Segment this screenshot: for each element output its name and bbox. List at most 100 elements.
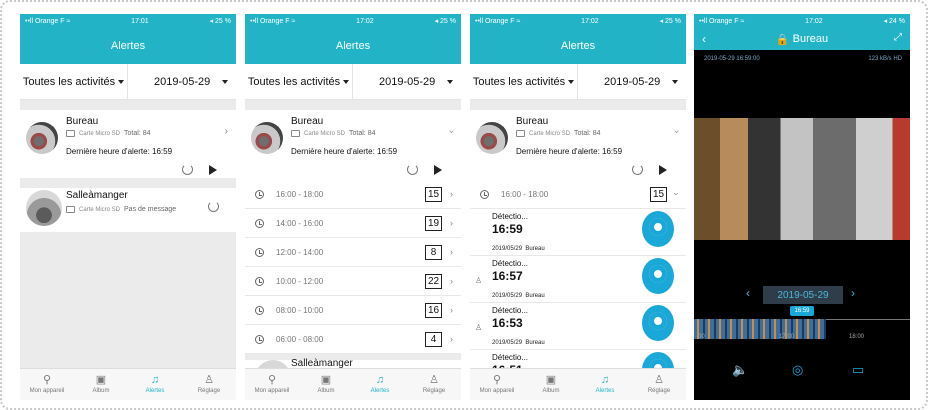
person-icon: ♙ bbox=[654, 374, 664, 386]
video-nav-bar: ‹ 🔒 Bureau ⤢ bbox=[694, 28, 910, 50]
tab-reglage[interactable]: ♙ Réglage bbox=[407, 369, 461, 400]
camera-card-bureau[interactable]: Bureau Carte Micro SD Total: 84 Dernière … bbox=[20, 110, 236, 178]
lock-icon: 🔒 bbox=[775, 33, 790, 46]
tab-album[interactable]: ▣ Album bbox=[299, 369, 353, 400]
storage-label: Carte Micro SD bbox=[304, 130, 346, 137]
pin-icon: ⚲ bbox=[42, 374, 52, 386]
bell-icon: ♫ bbox=[600, 374, 610, 386]
pin-icon: ⚲ bbox=[267, 374, 277, 386]
playback-timeline[interactable] bbox=[694, 319, 910, 339]
camera-snapshot-icon[interactable]: ◎ bbox=[792, 362, 803, 378]
video-title: Bureau bbox=[792, 33, 829, 45]
detection-time: 16:59 bbox=[492, 222, 523, 236]
clock-label: 17:02 bbox=[356, 17, 374, 25]
time-range-row[interactable]: 10:00 - 12:00 22 › bbox=[245, 267, 461, 296]
time-range-label: 14:00 - 16:00 bbox=[276, 218, 324, 228]
refresh-icon[interactable] bbox=[407, 164, 418, 175]
page-title: Alertes bbox=[110, 40, 146, 52]
tab-album[interactable]: ▣ Album bbox=[74, 369, 128, 400]
storage-label: Carte Micro SD bbox=[79, 130, 121, 137]
message-icon bbox=[66, 206, 75, 213]
tab-label: Réglage bbox=[647, 388, 671, 394]
alert-count: 19 bbox=[425, 215, 442, 231]
detection-camera: Bureau bbox=[525, 340, 545, 346]
date-filter[interactable]: 2019-05-29 bbox=[128, 76, 236, 88]
detection-label: Détectio... bbox=[492, 259, 529, 268]
next-day-icon[interactable]: › bbox=[851, 286, 855, 300]
tab-alertes[interactable]: ♫ Alertes bbox=[578, 369, 632, 400]
detection-label: Détectio... bbox=[492, 353, 529, 362]
tab-label: Alertes bbox=[145, 388, 165, 394]
tab-album[interactable]: ▣ Album bbox=[524, 369, 578, 400]
time-range-label: 06:00 - 08:00 bbox=[276, 334, 324, 344]
refresh-icon[interactable] bbox=[182, 164, 193, 175]
refresh-icon[interactable] bbox=[208, 201, 219, 212]
video-frame[interactable] bbox=[694, 118, 910, 240]
camera-meta: Carte Micro SD Total: 84 bbox=[291, 130, 375, 137]
tab-reglage[interactable]: ♙ Réglage bbox=[632, 369, 686, 400]
alert-count: 15 bbox=[650, 186, 667, 202]
status-bar: ••ll Orange F ≈ 17:02 ◂ 25 % bbox=[470, 14, 686, 28]
play-icon[interactable] bbox=[209, 165, 217, 175]
time-range-row[interactable]: 14:00 - 16:00 19 › bbox=[245, 209, 461, 238]
person-icon: ♙ bbox=[475, 276, 483, 285]
filter-bar: Toutes les activités 2019-05-29 bbox=[245, 64, 461, 100]
activity-filter[interactable]: Toutes les activités bbox=[20, 64, 128, 99]
previous-day-icon[interactable]: ‹ bbox=[746, 286, 750, 300]
detection-meta: 2019/05/29 Bureau bbox=[492, 340, 545, 346]
chevron-down-icon[interactable]: › bbox=[446, 130, 457, 133]
chevron-down-icon[interactable]: › bbox=[671, 130, 682, 133]
time-range-row[interactable]: 06:00 - 08:00 4 › bbox=[245, 325, 461, 354]
camera-thumbnail bbox=[251, 122, 283, 154]
camera-card-bureau[interactable]: Bureau Carte Micro SD Total: 84 Dernière … bbox=[245, 110, 461, 180]
chevron-right-icon[interactable]: › bbox=[225, 126, 228, 137]
status-bar: ••ll Orange F ≈ 17:02 ◂ 25 % bbox=[245, 14, 461, 28]
detection-item[interactable]: ♙ Détectio... 16:53 2019/05/29 Bureau bbox=[470, 303, 686, 350]
playback-date[interactable]: 2019-05-29 bbox=[763, 286, 843, 304]
spacer bbox=[20, 100, 236, 110]
time-range-label: 16:00 - 18:00 bbox=[276, 189, 324, 199]
carrier-label: ••ll Orange F ≈ bbox=[25, 17, 71, 25]
refresh-icon[interactable] bbox=[632, 164, 643, 175]
time-range-row[interactable]: 16:00 - 18:00 15 › bbox=[470, 180, 686, 209]
date-filter[interactable]: 2019-05-29 bbox=[578, 76, 686, 88]
detection-date: 2019/05/29 bbox=[492, 246, 523, 252]
last-alert-label: Dernière heure d'alerte: 16:59 bbox=[291, 147, 398, 156]
dropdown-icon bbox=[222, 79, 228, 84]
filter-bar: Toutes les activités 2019-05-29 bbox=[20, 64, 236, 100]
tab-mon-appareil[interactable]: ⚲ Mon appareil bbox=[470, 369, 524, 400]
camera-card-bureau[interactable]: Bureau Carte Micro SD Total: 84 Dernière … bbox=[470, 110, 686, 180]
tab-mon-appareil[interactable]: ⚲ Mon appareil bbox=[245, 369, 299, 400]
timeline-label: 18:00 bbox=[849, 334, 865, 340]
record-video-icon[interactable]: ▭ bbox=[852, 362, 864, 378]
dropdown-icon bbox=[447, 79, 453, 84]
carrier-label: ••ll Orange F ≈ bbox=[250, 17, 296, 25]
date-filter-label: 2019-05-29 bbox=[154, 75, 211, 88]
play-icon[interactable] bbox=[659, 165, 667, 175]
activity-filter[interactable]: Toutes les activités bbox=[470, 64, 578, 99]
date-filter[interactable]: 2019-05-29 bbox=[353, 76, 461, 88]
time-range-row[interactable]: 12:00 - 14:00 8 › bbox=[245, 238, 461, 267]
tab-alertes[interactable]: ♫ Alertes bbox=[128, 369, 182, 400]
detection-item[interactable]: Détectio... 16:59 2019/05/29 Bureau bbox=[470, 209, 686, 256]
storage-label: Carte Micro SD bbox=[529, 130, 571, 137]
time-range-row[interactable]: 08:00 - 10:00 16 › bbox=[245, 296, 461, 325]
clock-icon bbox=[255, 276, 264, 286]
nav-bar: Alertes bbox=[20, 28, 236, 64]
fullscreen-icon[interactable]: ⤢ bbox=[894, 32, 902, 43]
tab-alertes[interactable]: ♫ Alertes bbox=[353, 369, 407, 400]
tab-reglage[interactable]: ♙ Réglage bbox=[182, 369, 236, 400]
activity-filter[interactable]: Toutes les activités bbox=[245, 64, 353, 99]
play-icon[interactable] bbox=[434, 165, 442, 175]
clock-icon bbox=[255, 247, 264, 257]
status-bar: ••ll Orange F ≈ 17:01 ◂ 25 % bbox=[20, 14, 236, 28]
last-alert-label: Dernière heure d'alerte: 16:59 bbox=[66, 147, 173, 156]
battery-label: ◂ 24 % bbox=[883, 18, 905, 25]
speaker-icon[interactable]: 🔈 bbox=[732, 362, 748, 378]
detection-item[interactable]: ♙ Détectio... 16:57 2019/05/29 Bureau bbox=[470, 256, 686, 303]
back-icon[interactable]: ‹ bbox=[702, 32, 706, 46]
camera-card-salleamanger[interactable]: Salleàmanger Carte Micro SD Pas de messag… bbox=[20, 188, 236, 232]
time-range-row[interactable]: 16:00 - 18:00 15 › bbox=[245, 180, 461, 209]
tab-mon-appareil[interactable]: ⚲ Mon appareil bbox=[20, 369, 74, 400]
spacer bbox=[245, 100, 461, 110]
